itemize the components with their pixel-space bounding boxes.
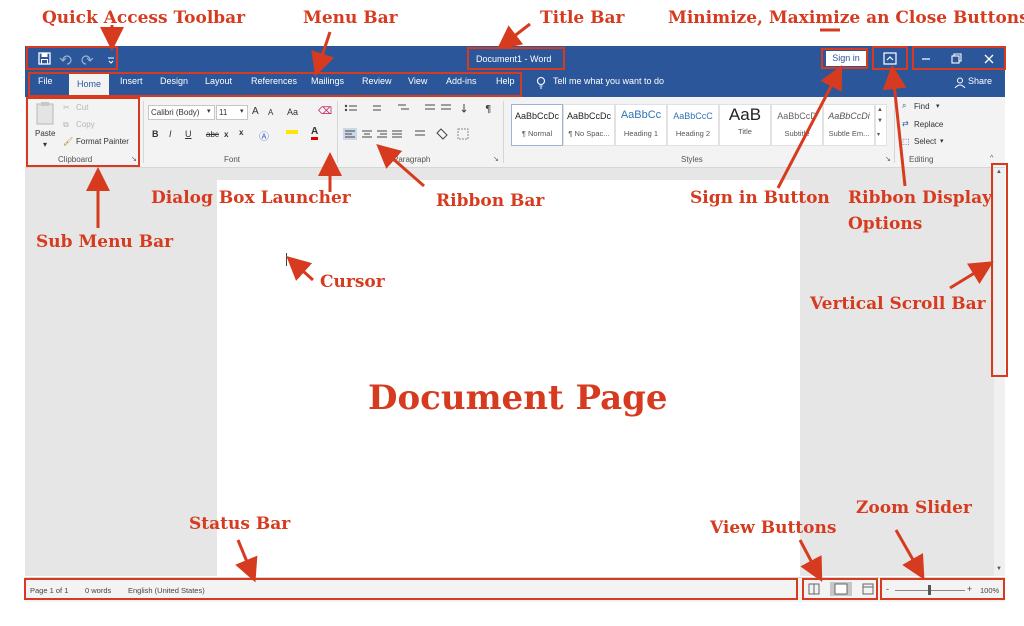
- scroll-bar-arrow: [949, 261, 994, 290]
- annotation-ribbon-bar: Ribbon Bar: [436, 191, 545, 211]
- title-bar-arrow: [496, 22, 531, 50]
- annotation-window-buttons: Minimize, Maximize an Close Buttons: [668, 8, 1024, 28]
- annotation-menu-bar: Menu Bar: [303, 8, 398, 28]
- view-buttons-arrow: [798, 539, 823, 582]
- annotation-quick-access-toolbar: Quick Access Toolbar: [42, 8, 246, 28]
- status-bar-arrow: [235, 539, 258, 583]
- annotation-sub-menu-bar: Sub Menu Bar: [36, 232, 174, 252]
- annotation-view-buttons: View Buttons: [710, 518, 837, 538]
- cursor-arrow: [286, 255, 315, 282]
- annotation-cursor: Cursor: [320, 272, 385, 292]
- ribbon-bar-arrow: [376, 144, 425, 188]
- annotation-status-bar: Status Bar: [189, 514, 291, 534]
- annotation-title-bar: Title Bar: [540, 8, 625, 28]
- annotation-ribbon-display-1: Ribbon Display: [848, 188, 992, 208]
- annotation-vertical-scroll-bar: Vertical Scroll Bar: [810, 294, 986, 314]
- annotation-dialog-box-launcher: Dialog Box Launcher: [151, 188, 351, 208]
- menu-bar-arrow: [311, 31, 335, 77]
- annotation-ribbon-display-2: Options: [848, 214, 923, 234]
- zoom-slider-arrow: [894, 529, 925, 580]
- annotation-zoom-slider: Zoom Slider: [856, 498, 972, 518]
- annotation-sign-in-button: Sign in Button: [690, 188, 830, 208]
- document-page-label: Document Page: [368, 378, 668, 418]
- sign-in-arrow: [776, 65, 843, 189]
- ribbon-display-arrow: [882, 65, 907, 187]
